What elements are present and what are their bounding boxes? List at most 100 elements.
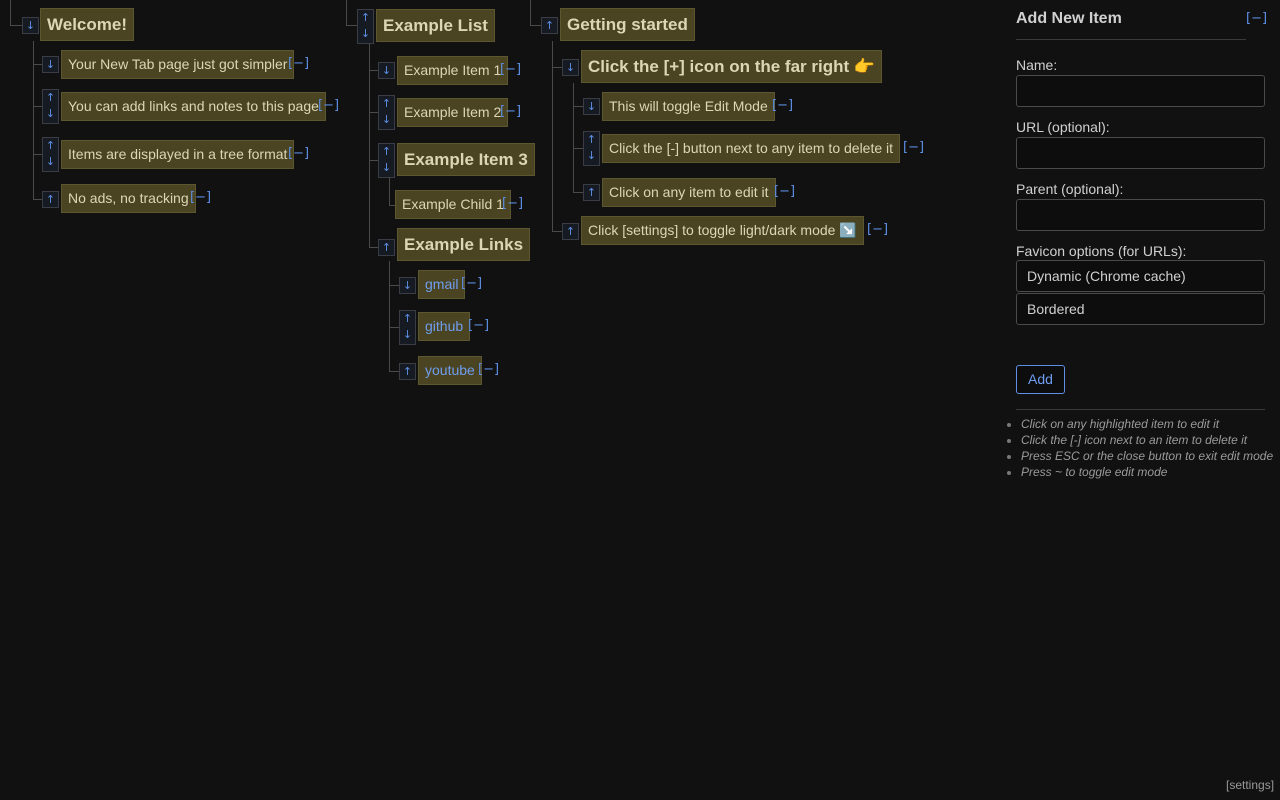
tree-line (552, 67, 562, 68)
parent-input[interactable] (1016, 199, 1265, 231)
move-up-icon[interactable]: ↑ (562, 223, 579, 240)
tree-item-example-item-3[interactable]: Example Item 3 (397, 143, 535, 176)
link-item-gmail[interactable]: gmail (418, 270, 466, 299)
move-up-icon[interactable]: ↑ (541, 17, 558, 34)
tree-line (573, 148, 583, 149)
move-down-icon[interactable]: ↓ (22, 17, 39, 34)
tree-item[interactable]: This will toggle Edit Mode (602, 92, 775, 121)
tree-line (369, 70, 378, 71)
delete-button[interactable]: [−] (288, 147, 309, 161)
tree-line (552, 41, 553, 232)
tree-line (573, 106, 583, 107)
link-item-youtube[interactable]: youtube (418, 356, 482, 385)
tree-line (33, 199, 42, 200)
delete-button[interactable]: [−] (500, 63, 521, 77)
tree-line (369, 112, 378, 113)
move-up-down-icon[interactable]: ↑ ↓ (42, 89, 59, 124)
url-label: URL (optional): (1016, 119, 1110, 135)
delete-button[interactable]: [−] (461, 277, 482, 291)
tree-item[interactable]: You can add links and notes to this page (61, 92, 326, 121)
tree-line (33, 154, 42, 155)
tree-item-getting-started[interactable]: Getting started (560, 8, 695, 41)
tree-item[interactable]: Example Item 2 (397, 98, 509, 127)
tree-item-child[interactable]: Example Child 1 (395, 190, 511, 219)
name-input[interactable] (1016, 75, 1265, 107)
delete-button[interactable]: [−] (468, 319, 489, 333)
move-up-down-icon[interactable]: ↑ ↓ (357, 9, 374, 44)
move-up-down-icon[interactable]: ↑ ↓ (42, 137, 59, 172)
move-up-down-icon[interactable]: ↑ ↓ (378, 95, 395, 130)
move-up-down-icon[interactable]: ↑ ↓ (583, 131, 600, 166)
add-button[interactable]: Add (1016, 365, 1065, 394)
tip-item: Press ~ to toggle edit mode (1021, 464, 1273, 480)
delete-button[interactable]: [−] (772, 99, 793, 113)
url-input[interactable] (1016, 137, 1265, 169)
tree-line (389, 285, 399, 286)
tree-item[interactable]: Click the [+] icon on the far right 👉 (581, 50, 883, 83)
delete-button[interactable]: [−] (288, 57, 309, 71)
close-panel-button[interactable]: [−] (1246, 11, 1267, 26)
link-item-github[interactable]: github (418, 312, 471, 341)
tip-item: Press ESC or the close button to exit ed… (1021, 448, 1273, 464)
tree-item[interactable]: Example Item 1 (397, 56, 509, 85)
tree-line (346, 25, 357, 26)
tree-line (369, 247, 378, 248)
move-up-icon[interactable]: ↑ (42, 191, 59, 208)
move-up-down-icon[interactable]: ↑ ↓ (399, 310, 416, 345)
tree-line (10, 0, 11, 25)
delete-button[interactable]: [−] (478, 363, 499, 377)
favicon-label: Favicon options (for URLs): (1016, 243, 1187, 259)
tree-line (389, 327, 399, 328)
delete-button[interactable]: [−] (502, 197, 523, 211)
tip-item: Click the [-] icon next to an item to de… (1021, 432, 1273, 448)
new-tab-page: ↓ Welcome! ↓ Your New Tab page just got … (0, 0, 1280, 800)
delete-button[interactable]: [−] (903, 141, 924, 155)
panel-title: Add New Item (1016, 10, 1122, 27)
tree-item[interactable]: No ads, no tracking (61, 184, 196, 213)
tree-line (33, 106, 42, 107)
move-down-icon[interactable]: ↓ (562, 59, 579, 76)
tree-line (530, 25, 541, 26)
tree-line (346, 0, 347, 25)
tree-item-example-links[interactable]: Example Links (397, 228, 531, 261)
move-up-down-icon[interactable]: ↑ ↓ (378, 143, 395, 178)
tips-list: Click on any highlighted item to edit it… (1005, 416, 1273, 480)
move-down-icon[interactable]: ↓ (399, 277, 416, 294)
tree-line (389, 261, 390, 371)
favicon-style-select[interactable]: Bordered (1016, 293, 1265, 325)
tree-line (369, 44, 370, 248)
tree-line (389, 177, 390, 205)
tip-item: Click on any highlighted item to edit it (1021, 416, 1273, 432)
tree-item[interactable]: Click the [-] button next to any item to… (602, 134, 901, 163)
tree-line (530, 0, 531, 25)
tree-line (552, 231, 562, 232)
tree-line (10, 25, 22, 26)
tree-line (573, 192, 583, 193)
tree-line (573, 83, 574, 193)
tree-item[interactable]: Click [settings] to toggle light/dark mo… (581, 216, 864, 245)
delete-button[interactable]: [−] (774, 185, 795, 199)
move-up-icon[interactable]: ↑ (583, 184, 600, 201)
tree-item-example-list[interactable]: Example List (376, 9, 495, 42)
divider (1016, 409, 1265, 410)
move-down-icon[interactable]: ↓ (42, 56, 59, 73)
delete-button[interactable]: [−] (500, 105, 521, 119)
move-up-icon[interactable]: ↑ (378, 239, 395, 256)
move-down-icon[interactable]: ↓ (583, 98, 600, 115)
tree-line (369, 160, 378, 161)
tree-line (389, 371, 399, 372)
divider (1016, 39, 1246, 40)
delete-button[interactable]: [−] (190, 191, 211, 205)
tree-item-welcome[interactable]: Welcome! (40, 8, 134, 41)
move-up-icon[interactable]: ↑ (399, 363, 416, 380)
parent-label: Parent (optional): (1016, 181, 1124, 197)
delete-button[interactable]: [−] (867, 223, 888, 237)
tree-item[interactable]: Click on any item to edit it (602, 178, 776, 207)
tree-item[interactable]: Your New Tab page just got simpler (61, 50, 295, 79)
tree-item[interactable]: Items are displayed in a tree format (61, 140, 295, 169)
name-label: Name: (1016, 57, 1058, 73)
move-down-icon[interactable]: ↓ (378, 62, 395, 79)
settings-link[interactable]: [settings] (1226, 778, 1274, 792)
delete-button[interactable]: [−] (318, 99, 339, 113)
favicon-source-select[interactable]: Dynamic (Chrome cache) (1016, 260, 1265, 292)
